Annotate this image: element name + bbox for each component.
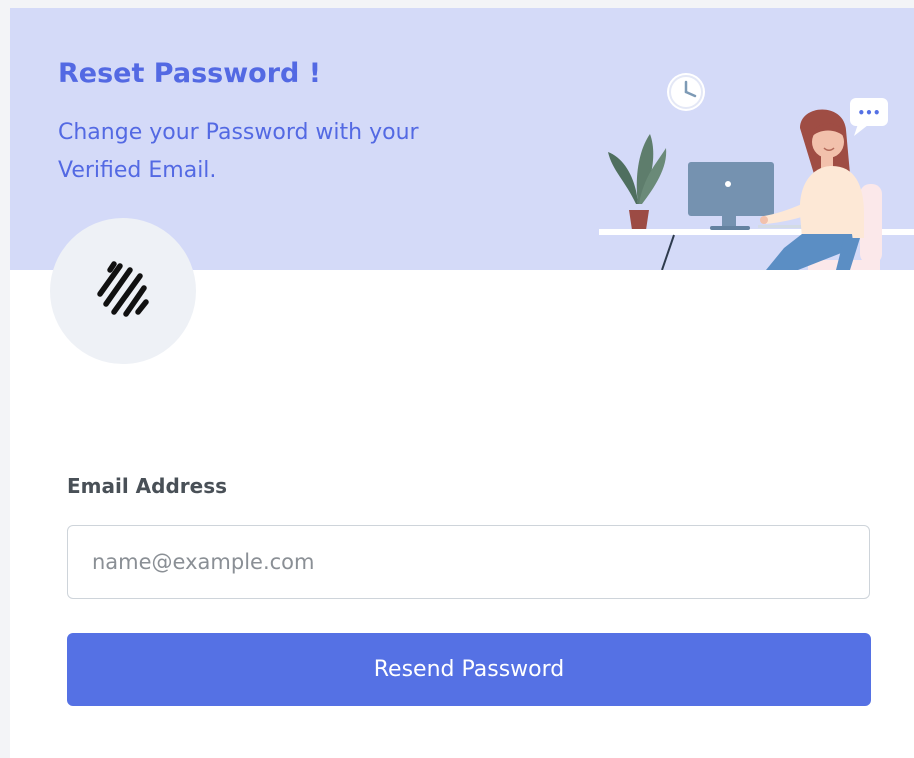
resend-password-button[interactable]: Resend Password xyxy=(67,633,871,706)
diagonal-lines-logo-icon xyxy=(97,261,149,317)
person-at-desk-illustration: ••• xyxy=(599,73,914,270)
woman-figure xyxy=(760,109,864,270)
logo-avatar xyxy=(50,218,196,364)
monitor-icon xyxy=(688,162,810,230)
clock-icon xyxy=(667,73,705,111)
chat-bubble-dots: ••• xyxy=(857,106,880,120)
page-subtitle: Change your Password with your Verified … xyxy=(58,120,419,183)
reset-password-card: Reset Password ! Change your Password wi… xyxy=(10,8,914,758)
page-title: Reset Password ! xyxy=(58,58,322,89)
email-input[interactable] xyxy=(67,525,870,599)
email-label: Email Address xyxy=(67,474,228,498)
chat-bubble-icon: ••• xyxy=(850,98,888,136)
plant-icon xyxy=(608,134,667,230)
